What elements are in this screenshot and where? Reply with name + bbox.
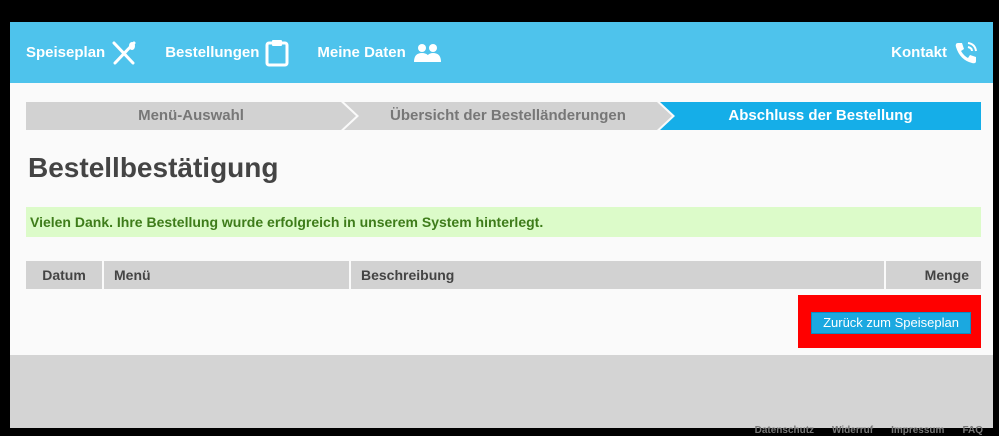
nav-meine-daten-label: Meine Daten (317, 44, 406, 61)
column-datum: Datum (26, 261, 102, 289)
page-title: Bestellbestätigung (28, 152, 279, 183)
fork-knife-icon (111, 41, 137, 65)
column-menu: Menü (104, 261, 349, 289)
users-icon (412, 43, 442, 63)
column-menge: Menge (886, 261, 981, 289)
step-abschluss: Abschluss der Bestellung (660, 102, 981, 130)
nav-kontakt-label: Kontakt (891, 44, 947, 61)
success-alert: Vielen Dank. Ihre Bestellung wurde erfol… (26, 207, 981, 237)
footer-link-impressum[interactable]: Impressum (891, 425, 944, 436)
order-progress-steps: Menü-Auswahl Übersicht der Bestelländeru… (26, 102, 981, 130)
footer: Datenschutz Widerruf Impressum FAQ (10, 355, 993, 436)
nav-speiseplan[interactable]: Speiseplan (26, 41, 137, 65)
top-navigation: Speiseplan Bestellungen Meine Daten Kont… (10, 22, 993, 83)
step-uebersicht: Übersicht der Bestelländerungen (344, 102, 672, 130)
nav-meine-daten[interactable]: Meine Daten (317, 43, 441, 63)
nav-speiseplan-label: Speiseplan (26, 44, 106, 61)
order-table-header: Datum Menü Beschreibung Menge (26, 261, 981, 289)
nav-bestellungen-label: Bestellungen (165, 44, 260, 61)
nav-kontakt[interactable]: Kontakt (891, 40, 979, 66)
footer-link-faq[interactable]: FAQ (962, 425, 983, 436)
footer-link-widerruf[interactable]: Widerruf (832, 425, 873, 436)
back-to-speiseplan-button[interactable]: Zurück zum Speiseplan (811, 312, 971, 334)
clipboard-icon (265, 39, 289, 67)
phone-icon (953, 40, 979, 66)
footer-links: Datenschutz Widerruf Impressum FAQ (755, 425, 983, 436)
step-menu-auswahl: Menü-Auswahl (26, 102, 356, 130)
footer-link-datenschutz[interactable]: Datenschutz (755, 425, 814, 436)
app-frame: Speiseplan Bestellungen Meine Daten Kont… (10, 22, 993, 436)
column-beschreibung: Beschreibung (351, 261, 884, 289)
nav-bestellungen[interactable]: Bestellungen (165, 39, 289, 67)
